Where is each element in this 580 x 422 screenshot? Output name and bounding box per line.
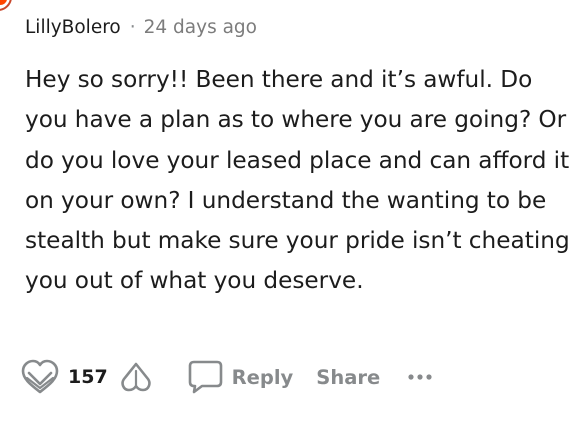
comment-icon <box>184 357 224 397</box>
comment-actions: 157 Reply Share <box>20 357 440 397</box>
comment-body: Hey so sorry!! Been there and it’s awful… <box>25 66 570 295</box>
vote-count: 157 <box>68 366 108 388</box>
meta-separator: · <box>129 16 136 38</box>
share-button[interactable]: Share <box>316 366 380 389</box>
timestamp[interactable]: 24 days ago <box>144 17 257 38</box>
upvote-icon[interactable] <box>20 357 60 397</box>
comment-meta: LillyBolero · 24 days ago <box>25 14 257 40</box>
reply-button[interactable]: Reply <box>184 357 294 397</box>
reply-label: Reply <box>231 365 294 389</box>
username[interactable]: LillyBolero <box>25 17 121 38</box>
downvote-icon[interactable] <box>116 357 156 397</box>
more-options-icon[interactable] <box>406 362 440 392</box>
avatar[interactable] <box>0 0 12 11</box>
